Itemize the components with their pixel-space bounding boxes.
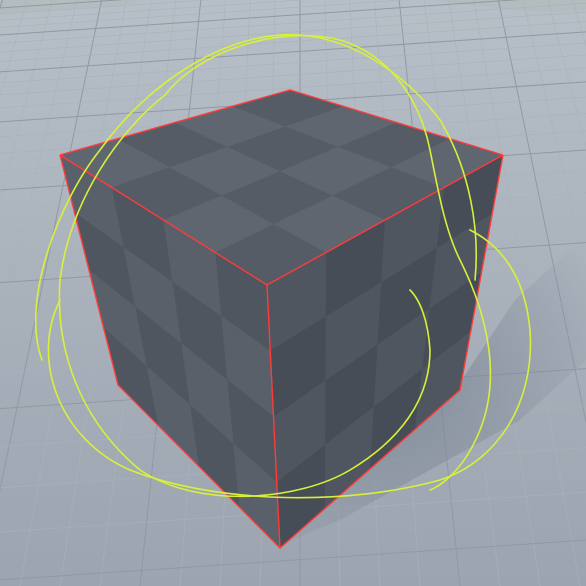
viewport-scene[interactable] (0, 0, 586, 586)
level-viewport[interactable] (0, 0, 586, 586)
